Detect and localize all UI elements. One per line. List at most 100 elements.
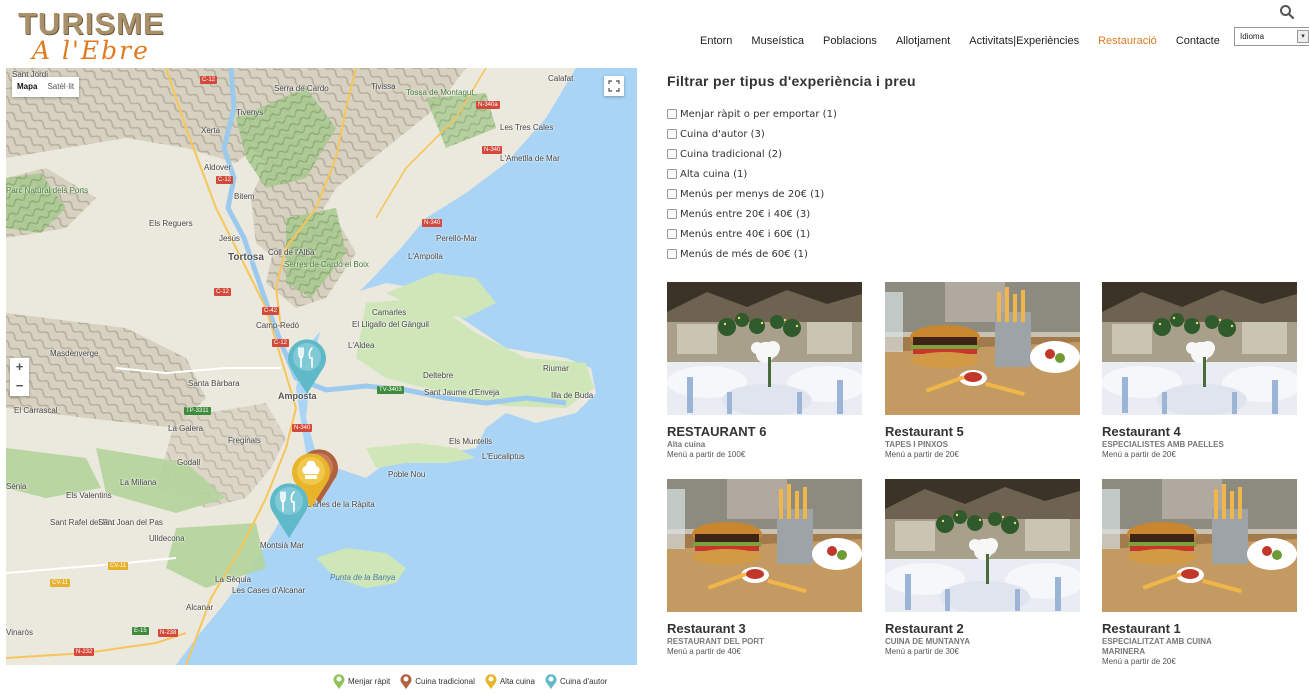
restaurant-photo[interactable] [1102,479,1297,612]
checkbox[interactable] [667,149,677,159]
map-pin-cuina-autor[interactable] [268,480,310,540]
restaurant-photo[interactable] [1102,282,1297,415]
nav-item-allotjament[interactable]: Allotjament [896,35,950,47]
legend-label: Cuina tradicional [415,676,475,686]
restaurant-card[interactable]: RESTAURANT 6 Alta cuina Menú a partir de… [667,282,862,464]
map-label: L'Ampolla [408,252,443,261]
restaurant-photo[interactable] [667,282,862,415]
checkbox[interactable] [667,209,677,219]
site-logo[interactable]: TURISME A l'Ebre [18,6,178,65]
restaurant-name[interactable]: Restaurant 2 [885,621,964,636]
map-type-satellite-button[interactable]: Satèl·lit [42,77,79,97]
restaurant-card[interactable]: Restaurant 2 CUINA DE MUNTANYA Menú a pa… [885,479,1080,661]
map-label: Camp-Redó [256,321,300,330]
road-tag: N-340 [292,424,313,432]
filter-option-label: Menús de més de 60€ (1) [680,248,808,260]
map-label: Punta de la Banya [330,573,396,582]
map-label: Santa Bàrbara [188,379,240,388]
restaurant-map[interactable]: Mapa Satèl·lit + − Sant Jordi Tivissa Se… [6,68,637,665]
restaurant-name[interactable]: RESTAURANT 6 [667,424,766,439]
checkbox[interactable] [667,229,677,239]
map-label: Tossa de Montagut [406,88,474,97]
checkbox[interactable] [667,129,677,139]
filter-option-label: Menjar ràpit o per emportar (1) [680,108,837,120]
checkbox[interactable] [667,109,677,119]
restaurant-price: Menú a partir de 40€ [667,647,741,656]
zoom-in-button[interactable]: + [10,358,29,377]
road-tag: TP-3311 [184,407,211,415]
map-label: El Carrascal [14,406,58,415]
filter-checkbox-price-under-20[interactable]: Menús per menys de 20€ (1) [667,184,837,204]
restaurant-price: Menú a partir de 20€ [1102,657,1176,666]
map-label: Vinaròs [6,628,33,637]
restaurant-photo[interactable] [885,479,1080,612]
checkbox[interactable] [667,249,677,259]
road-tag: C-12 [214,288,232,296]
checkbox[interactable] [667,189,677,199]
map-label: Tivenys [236,108,264,117]
restaurant-subtitle: ESPECIALISTES AMB PAELLES [1102,440,1224,449]
restaurant-photo[interactable] [667,479,862,612]
nav-item-restauracio[interactable]: Restauració [1098,35,1157,47]
map-label: Els Reguers [149,219,193,228]
logo-line-2: A l'Ebre [32,36,150,65]
restaurant-card[interactable]: Restaurant 1 ESPECIALITZAT AMB CUINA MAR… [1102,479,1297,674]
filter-checkbox-cuina-tradicional[interactable]: Cuina tradicional (2) [667,144,837,164]
restaurant-card[interactable]: Restaurant 5 TAPES I PINXOS Menú a parti… [885,282,1080,464]
restaurant-price: Menú a partir de 20€ [885,450,959,459]
restaurant-name[interactable]: Restaurant 1 [1102,621,1181,636]
map-label: Calafat [548,74,574,83]
filter-checkbox-fast-food[interactable]: Menjar ràpit o per emportar (1) [667,104,837,124]
filter-checkbox-price-20-40[interactable]: Menús entre 20€ i 40€ (3) [667,204,837,224]
restaurant-name[interactable]: Restaurant 5 [885,424,964,439]
fullscreen-button[interactable] [604,76,624,96]
map-label: Sénia [6,482,27,491]
restaurant-card[interactable]: Restaurant 4 ESPECIALISTES AMB PAELLES M… [1102,282,1297,464]
filter-checkbox-cuina-autor[interactable]: Cuina d'autor (3) [667,124,837,144]
map-type-map-button[interactable]: Mapa [12,77,42,97]
restaurant-name[interactable]: Restaurant 3 [667,621,746,636]
nav-item-poblacions[interactable]: Poblacions [823,35,877,47]
filter-checkbox-price-over-60[interactable]: Menús de més de 60€ (1) [667,244,837,264]
restaurant-name[interactable]: Restaurant 4 [1102,424,1181,439]
map-label: Deltebre [423,371,454,380]
checkbox[interactable] [667,169,677,179]
language-select[interactable]: Idioma ▾ [1234,27,1309,46]
map-type-toggle: Mapa Satèl·lit [12,77,80,97]
map-label: Alcanar [186,603,214,612]
restaurant-subtitle: RESTAURANT DEL PORT [667,637,765,646]
zoom-control: + − [10,358,29,396]
map-label: Sant Jaume d'Enveja [424,388,500,397]
road-tag: N-232 [74,648,95,656]
zoom-out-button[interactable]: − [10,377,29,396]
road-tag: N-340 [422,219,443,227]
nav-item-activitats[interactable]: Activitats|Experiències [969,35,1079,47]
filter-option-label: Cuina d'autor (3) [680,128,765,140]
map-label: La Galera [168,424,204,433]
map-legend: Menjar ràpit Cuina tradicional Alta cuin… [333,673,617,689]
road-tag: E-15 [132,627,149,635]
fullscreen-icon [608,80,620,92]
map-label: Tortosa [228,252,264,263]
map-pin-cuina-autor[interactable] [286,336,328,396]
legend-item: Menjar ràpit [333,673,390,689]
search-icon[interactable] [1279,4,1295,20]
map-label: Tivissa [371,82,396,91]
map-label: Riumar [543,364,569,373]
restaurant-subtitle: ESPECIALITZAT AMB CUINA MARINERA [1102,637,1212,656]
legend-label: Cuina d'autor [559,676,608,686]
map-label: Serres de Cardó el Boix [284,260,369,269]
nav-item-contacte[interactable]: Contacte [1176,35,1220,47]
filter-checkbox-price-40-60[interactable]: Menús entre 40€ i 60€ (1) [667,224,837,244]
road-tag: CV-11 [108,562,129,570]
restaurant-subtitle: TAPES I PINXOS [885,440,948,449]
language-select-value: Idioma [1240,32,1265,41]
nav-item-museistica[interactable]: Museística [751,35,804,47]
restaurant-photo[interactable] [885,282,1080,415]
map-label: La Miliana [120,478,157,487]
filter-checkbox-alta-cuina[interactable]: Alta cuina (1) [667,164,837,184]
restaurant-card[interactable]: Restaurant 3 RESTAURANT DEL PORT Menú a … [667,479,862,661]
road-tag: TV-3403 [377,386,404,394]
restaurant-price: Menú a partir de 20€ [1102,450,1176,459]
nav-item-entorn[interactable]: Entorn [700,35,732,47]
